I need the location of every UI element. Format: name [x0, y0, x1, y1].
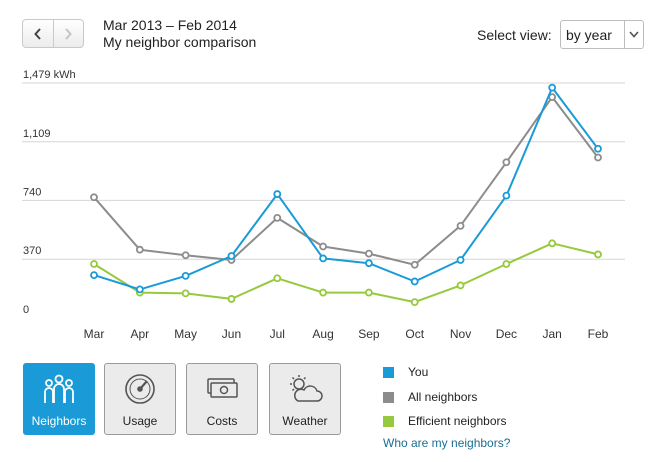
y-tick-label: 370 — [23, 245, 41, 257]
legend-label: All neighbors — [408, 390, 478, 404]
data-point[interactable] — [410, 260, 419, 269]
x-tick-label: Nov — [450, 327, 471, 341]
data-point[interactable] — [410, 277, 419, 286]
chevron-down-icon — [624, 21, 643, 48]
x-tick-label: Dec — [496, 327, 517, 341]
select-view-label: Select view: — [477, 27, 552, 43]
previous-period-button[interactable] — [23, 20, 54, 47]
data-point[interactable] — [90, 260, 98, 268]
view-select-value: by year — [566, 26, 612, 43]
chevron-left-icon — [33, 27, 41, 40]
tile-weather[interactable]: Weather — [269, 363, 341, 435]
tile-label: Costs — [206, 414, 238, 428]
period-heading: Mar 2013 – Feb 2014 My neighbor comparis… — [103, 17, 256, 51]
tile-usage[interactable]: Usage — [104, 363, 176, 435]
legend-item-efficient-neighbors: Efficient neighbors — [383, 414, 507, 428]
data-point[interactable] — [410, 298, 419, 307]
x-tick-label: Feb — [588, 327, 609, 341]
chart-grid — [22, 82, 625, 260]
data-point[interactable] — [456, 221, 465, 230]
data-point[interactable] — [135, 285, 144, 294]
view-select[interactable]: by year — [560, 20, 644, 49]
data-point[interactable] — [181, 289, 190, 298]
data-point[interactable] — [181, 251, 190, 260]
series-line — [93, 242, 599, 304]
data-point[interactable] — [273, 190, 282, 198]
x-tick-label: Sep — [358, 327, 380, 341]
tile-neighbors[interactable]: Neighbors — [23, 363, 95, 435]
data-point[interactable] — [90, 193, 98, 202]
data-point[interactable] — [456, 281, 465, 290]
data-point[interactable] — [502, 260, 511, 268]
gauge-icon — [105, 373, 175, 405]
x-tick-label: May — [174, 327, 197, 341]
money-icon — [187, 373, 257, 405]
x-tick-label: Mar — [84, 327, 105, 341]
x-tick-label: Jun — [222, 327, 241, 341]
data-point[interactable] — [502, 158, 511, 167]
period-range: Mar 2013 – Feb 2014 — [103, 17, 237, 33]
data-point[interactable] — [456, 256, 465, 264]
date-navigation — [22, 19, 84, 48]
legend-label: Efficient neighbors — [408, 414, 507, 428]
x-axis-ticks: Mar Apr May Jun Jul Aug Sep Oct Nov Dec Jan Feb — [84, 327, 609, 341]
series-line — [93, 96, 599, 266]
legend-item-all-neighbors: All neighbors — [383, 390, 477, 404]
data-point[interactable] — [365, 249, 373, 258]
legend-item-you: You — [383, 365, 428, 379]
x-tick-label: Aug — [312, 327, 333, 341]
legend-label: You — [408, 365, 429, 379]
data-point[interactable] — [273, 274, 282, 283]
usage-line-chart: 0 370 740 1,109 1,479 kWh Mar Apr May Jun Jul Aug… — [22, 69, 625, 341]
data-point[interactable] — [273, 213, 282, 222]
data-point[interactable] — [365, 288, 373, 297]
legend-swatch — [383, 366, 394, 378]
tile-label: Usage — [122, 414, 158, 428]
people-icon — [24, 373, 94, 405]
data-point[interactable] — [227, 252, 236, 260]
y-tick-label: 1,479 kWh — [23, 69, 76, 81]
data-point[interactable] — [181, 271, 190, 280]
data-point[interactable] — [319, 288, 327, 297]
x-tick-label: Jul — [270, 327, 285, 341]
data-point[interactable] — [319, 254, 327, 263]
data-point[interactable] — [365, 259, 373, 268]
data-point[interactable] — [502, 191, 511, 200]
chevron-right-icon — [65, 27, 73, 40]
chart-series — [90, 83, 602, 307]
data-point[interactable] — [319, 242, 327, 251]
sun-cloud-icon — [270, 373, 340, 405]
page-title: My neighbor comparison — [103, 34, 257, 50]
x-tick-label: Apr — [130, 327, 149, 341]
data-point[interactable] — [594, 153, 602, 162]
tile-label: Neighbors — [31, 414, 87, 428]
next-period-button[interactable] — [54, 20, 84, 47]
y-tick-label: 740 — [23, 186, 41, 198]
data-point[interactable] — [594, 250, 602, 259]
tile-costs[interactable]: Costs — [186, 363, 258, 435]
legend-swatch — [383, 415, 394, 427]
data-point[interactable] — [594, 144, 602, 153]
data-point[interactable] — [548, 239, 557, 248]
data-point[interactable] — [227, 295, 236, 303]
legend-swatch — [383, 391, 394, 403]
y-tick-label: 0 — [23, 304, 29, 316]
y-tick-label: 1,109 — [23, 128, 51, 140]
who-are-my-neighbors-link[interactable]: Who are my neighbors? — [383, 436, 510, 450]
data-point[interactable] — [135, 245, 144, 254]
x-tick-label: Jan — [543, 327, 562, 341]
tile-label: Weather — [282, 414, 328, 428]
y-axis-ticks: 0 370 740 1,109 1,479 kWh — [23, 69, 76, 316]
x-tick-label: Oct — [405, 327, 424, 341]
data-point[interactable] — [548, 83, 557, 92]
data-point[interactable] — [90, 271, 98, 279]
